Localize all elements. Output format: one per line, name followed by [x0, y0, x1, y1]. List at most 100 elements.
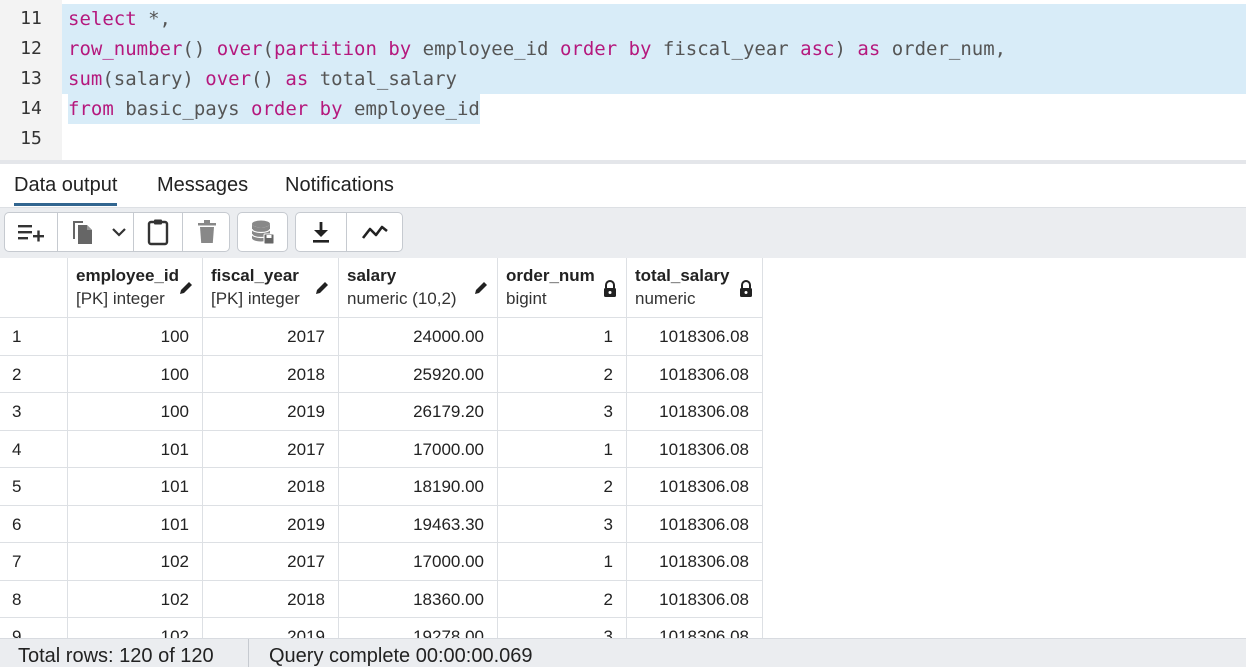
table-cell[interactable]: 1018306.08	[627, 318, 763, 356]
code-line[interactable]: 13 sum(salary) over() as total_salary	[0, 64, 1246, 94]
paste-icon	[147, 219, 169, 246]
table-row[interactable]: 5 101 2018 18190.00 2 1018306.08	[0, 468, 763, 506]
table-cell[interactable]: 2019	[203, 393, 339, 431]
table-row[interactable]: 6 101 2019 19463.30 3 1018306.08	[0, 505, 763, 543]
table-cell[interactable]: 3	[498, 393, 627, 431]
row-number-cell[interactable]: 7	[0, 543, 68, 581]
table-cell[interactable]: 100	[68, 355, 203, 393]
table-cell[interactable]: 2	[498, 468, 627, 506]
delete-button[interactable]	[183, 213, 230, 251]
sql-editor[interactable]: 11 select *, 12 row_number() over(partition…	[0, 0, 1246, 160]
table-cell[interactable]: 19463.30	[339, 505, 498, 543]
paste-button[interactable]	[134, 213, 182, 251]
graph-icon	[361, 225, 388, 239]
code-line[interactable]: 14 from basic_pays order by employee_id	[0, 94, 1246, 124]
table-cell[interactable]: 3	[498, 505, 627, 543]
table-row[interactable]: 3 100 2019 26179.20 3 1018306.08	[0, 393, 763, 431]
table-cell[interactable]: 2018	[203, 580, 339, 618]
column-header-salary[interactable]: salary numeric (10,2)	[339, 258, 498, 318]
table-cell[interactable]: 1018306.08	[627, 355, 763, 393]
code-token: as	[857, 38, 881, 60]
row-number-cell[interactable]: 9	[0, 618, 68, 638]
table-cell[interactable]: 1	[498, 430, 627, 468]
table-cell[interactable]: 2018	[203, 468, 339, 506]
table-cell[interactable]: 25920.00	[339, 355, 498, 393]
table-cell[interactable]: 100	[68, 318, 203, 356]
table-cell[interactable]: 2018	[203, 355, 339, 393]
table-cell[interactable]: 18190.00	[339, 468, 498, 506]
row-number-cell[interactable]: 1	[0, 318, 68, 356]
table-cell[interactable]: 17000.00	[339, 543, 498, 581]
table-row[interactable]: 1 100 2017 24000.00 1 1018306.08	[0, 318, 763, 356]
table-row[interactable]: 2 100 2018 25920.00 2 1018306.08	[0, 355, 763, 393]
table-row[interactable]: 7 102 2017 17000.00 1 1018306.08	[0, 543, 763, 581]
code-line[interactable]: 15	[0, 124, 1246, 154]
table-cell[interactable]: 101	[68, 505, 203, 543]
row-number-cell[interactable]: 4	[0, 430, 68, 468]
add-row-button[interactable]	[5, 213, 57, 251]
table-cell[interactable]: 2019	[203, 618, 339, 638]
delete-icon	[197, 220, 216, 243]
tab-notifications[interactable]: Notifications	[285, 172, 394, 206]
tab-messages[interactable]: Messages	[157, 172, 248, 206]
row-number-cell[interactable]: 5	[0, 468, 68, 506]
row-number-cell[interactable]: 3	[0, 393, 68, 431]
row-number-cell[interactable]: 6	[0, 505, 68, 543]
row-number-cell[interactable]: 2	[0, 355, 68, 393]
table-cell[interactable]: 1	[498, 543, 627, 581]
column-header-total-salary[interactable]: total_salary numeric	[627, 258, 763, 318]
table-cell[interactable]: 1018306.08	[627, 543, 763, 581]
lock-icon	[738, 280, 754, 303]
code-token: order_num,	[880, 38, 1007, 60]
table-cell[interactable]: 1018306.08	[627, 505, 763, 543]
code-line[interactable]: 11 select *,	[0, 4, 1246, 34]
edit-button-group	[4, 212, 230, 252]
table-row[interactable]: 4 101 2017 17000.00 1 1018306.08	[0, 430, 763, 468]
line-number: 14	[20, 98, 42, 119]
table-cell[interactable]: 17000.00	[339, 430, 498, 468]
table-cell[interactable]: 1018306.08	[627, 580, 763, 618]
table-cell[interactable]: 26179.20	[339, 393, 498, 431]
code-token: (	[262, 38, 274, 60]
column-header-employee-id[interactable]: employee_id [PK] integer	[68, 258, 203, 318]
table-cell[interactable]: 102	[68, 618, 203, 638]
table-cell[interactable]: 19278.00	[339, 618, 498, 638]
table-cell[interactable]: 1	[498, 318, 627, 356]
code-token: as	[285, 68, 309, 90]
table-cell[interactable]: 102	[68, 543, 203, 581]
row-number-cell[interactable]: 8	[0, 580, 68, 618]
save-data-button[interactable]	[238, 213, 287, 251]
table-cell[interactable]: 2	[498, 580, 627, 618]
table-cell[interactable]: 1018306.08	[627, 468, 763, 506]
code-token: partition by	[273, 38, 412, 60]
copy-options-dropdown[interactable]	[106, 213, 132, 251]
table-cell[interactable]: 2019	[203, 505, 339, 543]
table-cell[interactable]: 2017	[203, 318, 339, 356]
table-cell[interactable]: 18360.00	[339, 580, 498, 618]
copy-button[interactable]	[58, 213, 106, 251]
code-token: over	[205, 68, 252, 90]
column-header-fiscal-year[interactable]: fiscal_year [PK] integer	[203, 258, 339, 318]
table-cell[interactable]: 1018306.08	[627, 430, 763, 468]
tab-data-output[interactable]: Data output	[14, 172, 118, 206]
table-cell[interactable]: 101	[68, 430, 203, 468]
table-cell[interactable]: 102	[68, 580, 203, 618]
line-number: 12	[20, 38, 42, 59]
download-button[interactable]	[296, 213, 346, 251]
code-line[interactable]: 12 row_number() over(partition by employe…	[0, 34, 1246, 64]
table-cell[interactable]: 24000.00	[339, 318, 498, 356]
code-token: employee_id	[411, 38, 560, 60]
table-cell[interactable]: 3	[498, 618, 627, 638]
column-header-order-num[interactable]: order_num bigint	[498, 258, 627, 318]
table-cell[interactable]: 101	[68, 468, 203, 506]
table-cell[interactable]: 100	[68, 393, 203, 431]
graph-visualiser-button[interactable]	[347, 213, 402, 251]
table-cell[interactable]: 2017	[203, 430, 339, 468]
table-row[interactable]: 8 102 2018 18360.00 2 1018306.08	[0, 580, 763, 618]
table-cell[interactable]: 2	[498, 355, 627, 393]
table-cell[interactable]: 1018306.08	[627, 618, 763, 638]
table-cell[interactable]: 2017	[203, 543, 339, 581]
table-cell[interactable]: 1018306.08	[627, 393, 763, 431]
table-row[interactable]: 9 102 2019 19278.00 3 1018306.08	[0, 618, 763, 638]
total-rows-label: Total rows: 120 of 120	[18, 645, 214, 667]
